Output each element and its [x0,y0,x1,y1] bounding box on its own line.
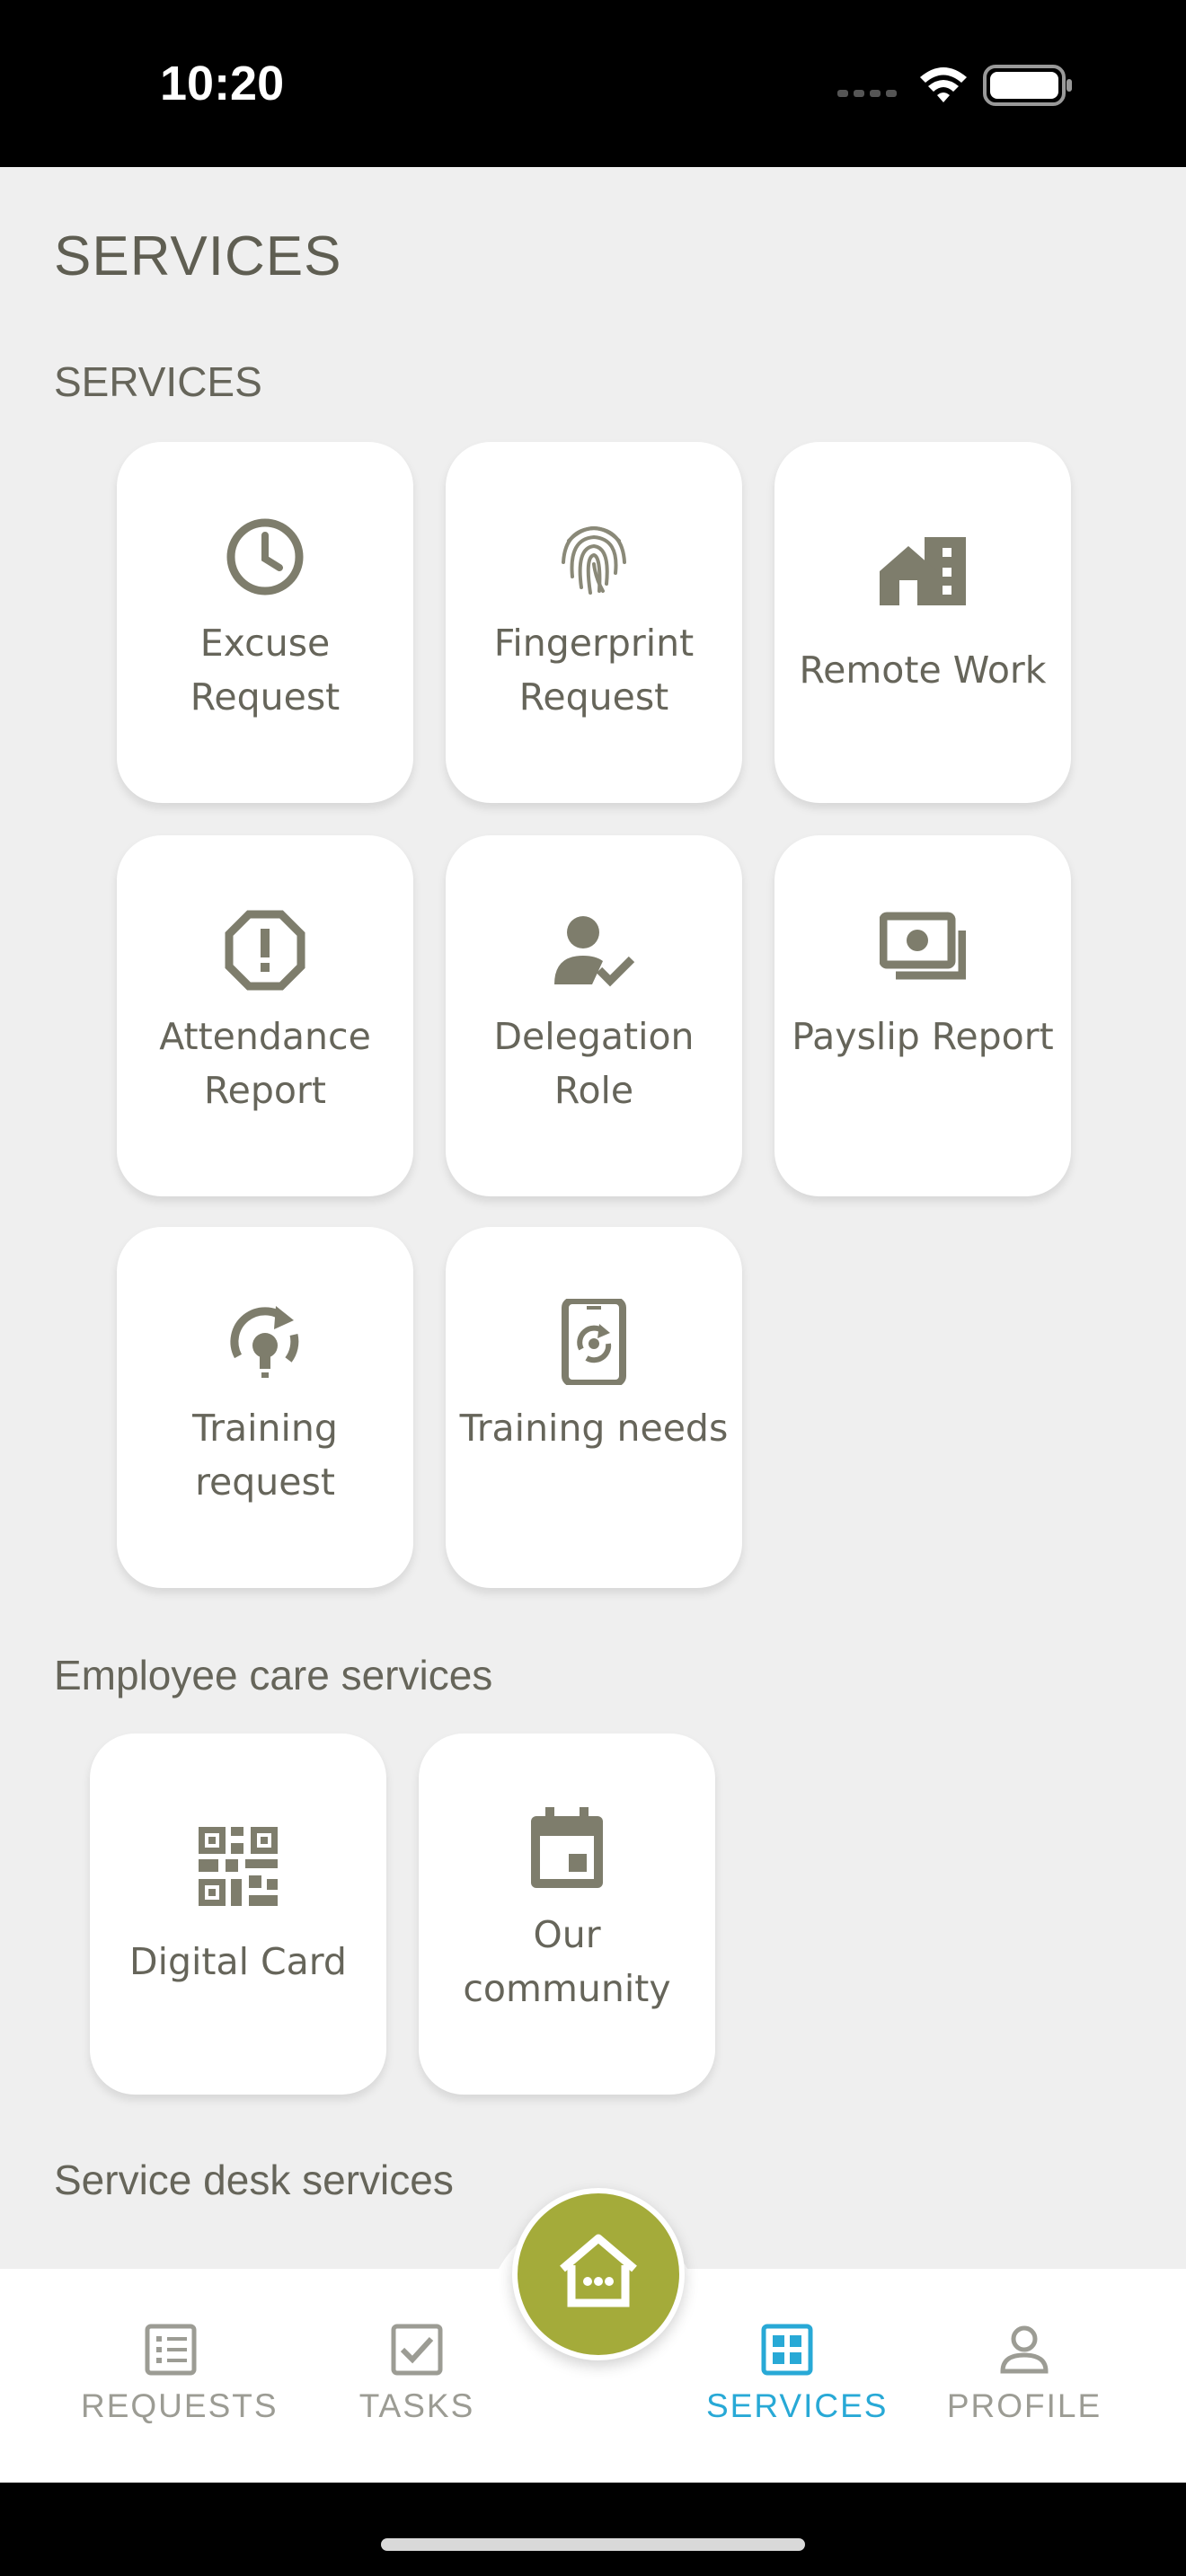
refresh-bulb-icon [230,1306,299,1378]
tile-label: Payslip Report [792,1015,1054,1058]
nav-profile[interactable]: PROFILE [943,2323,1105,2425]
tile-label: Remote Work [799,648,1047,692]
nav-services[interactable]: SERVICES [706,2323,889,2425]
nav-label: REQUESTS [81,2387,279,2424]
nav-label: TASKS [358,2387,475,2424]
delegation-role-tile[interactable]: Delegation Role [446,835,742,1196]
nav-label: SERVICES [706,2387,889,2424]
list-icon [145,2324,197,2376]
battery-icon [983,65,1072,106]
training-request-tile[interactable]: Training request [117,1227,413,1588]
tablet-refresh-icon [562,1299,626,1385]
nav-tasks[interactable]: TASKS [345,2323,489,2425]
nav-label: PROFILE [946,2387,1102,2424]
digital-card-tile[interactable]: Digital Card [90,1734,386,2095]
person-icon [1000,2325,1049,2374]
attendance-report-tile[interactable]: Attendance Report [117,835,413,1196]
fingerprint-icon [562,525,626,595]
service-desk-section-heading: Service desk services [54,2157,454,2203]
tile-label: Our community [463,1913,671,2010]
payslip-report-tile[interactable]: Payslip Report [774,835,1071,1196]
alert-octagon-icon [225,910,305,991]
tile-label: Excuse Request [190,622,341,719]
page-title: SERVICES [54,225,342,287]
tile-label: Fingerprint Request [493,622,695,719]
fingerprint-request-tile[interactable]: Fingerprint Request [446,442,742,803]
house-icon [880,537,966,605]
calendar-icon [531,1807,603,1888]
excuse-request-tile[interactable]: Excuse Request [117,442,413,803]
our-community-tile[interactable]: Our community [419,1734,715,2095]
remote-work-tile[interactable]: Remote Work [774,442,1071,803]
person-check-icon [554,916,635,987]
home-icon [560,2234,637,2307]
employee-care-section-heading: Employee care services [54,1652,493,1698]
status-icons [837,65,1072,106]
wifi-icon [920,67,967,102]
status-bar: 10:20 [0,0,1186,167]
tile-label: Delegation Role [493,1015,695,1112]
tile-label: Attendance Report [159,1015,371,1112]
tile-label: Training request [192,1407,338,1504]
home-bar-area [0,2483,1186,2576]
home-indicator[interactable] [381,2538,805,2551]
clock-icon [226,518,304,595]
tile-label: Digital Card [129,1940,347,1983]
qr-code-icon [199,1827,278,1906]
nav-requests[interactable]: REQUESTS [81,2323,279,2425]
signal-icon [837,90,897,97]
checkbox-icon [391,2324,443,2376]
services-section-heading: SERVICES [54,358,262,405]
grid-icon [761,2324,813,2376]
money-icon [880,912,966,980]
home-button[interactable] [512,2188,685,2360]
tile-label: Training needs [459,1407,729,1450]
training-needs-tile[interactable]: Training needs [446,1227,742,1588]
status-time: 10:20 [160,57,285,110]
